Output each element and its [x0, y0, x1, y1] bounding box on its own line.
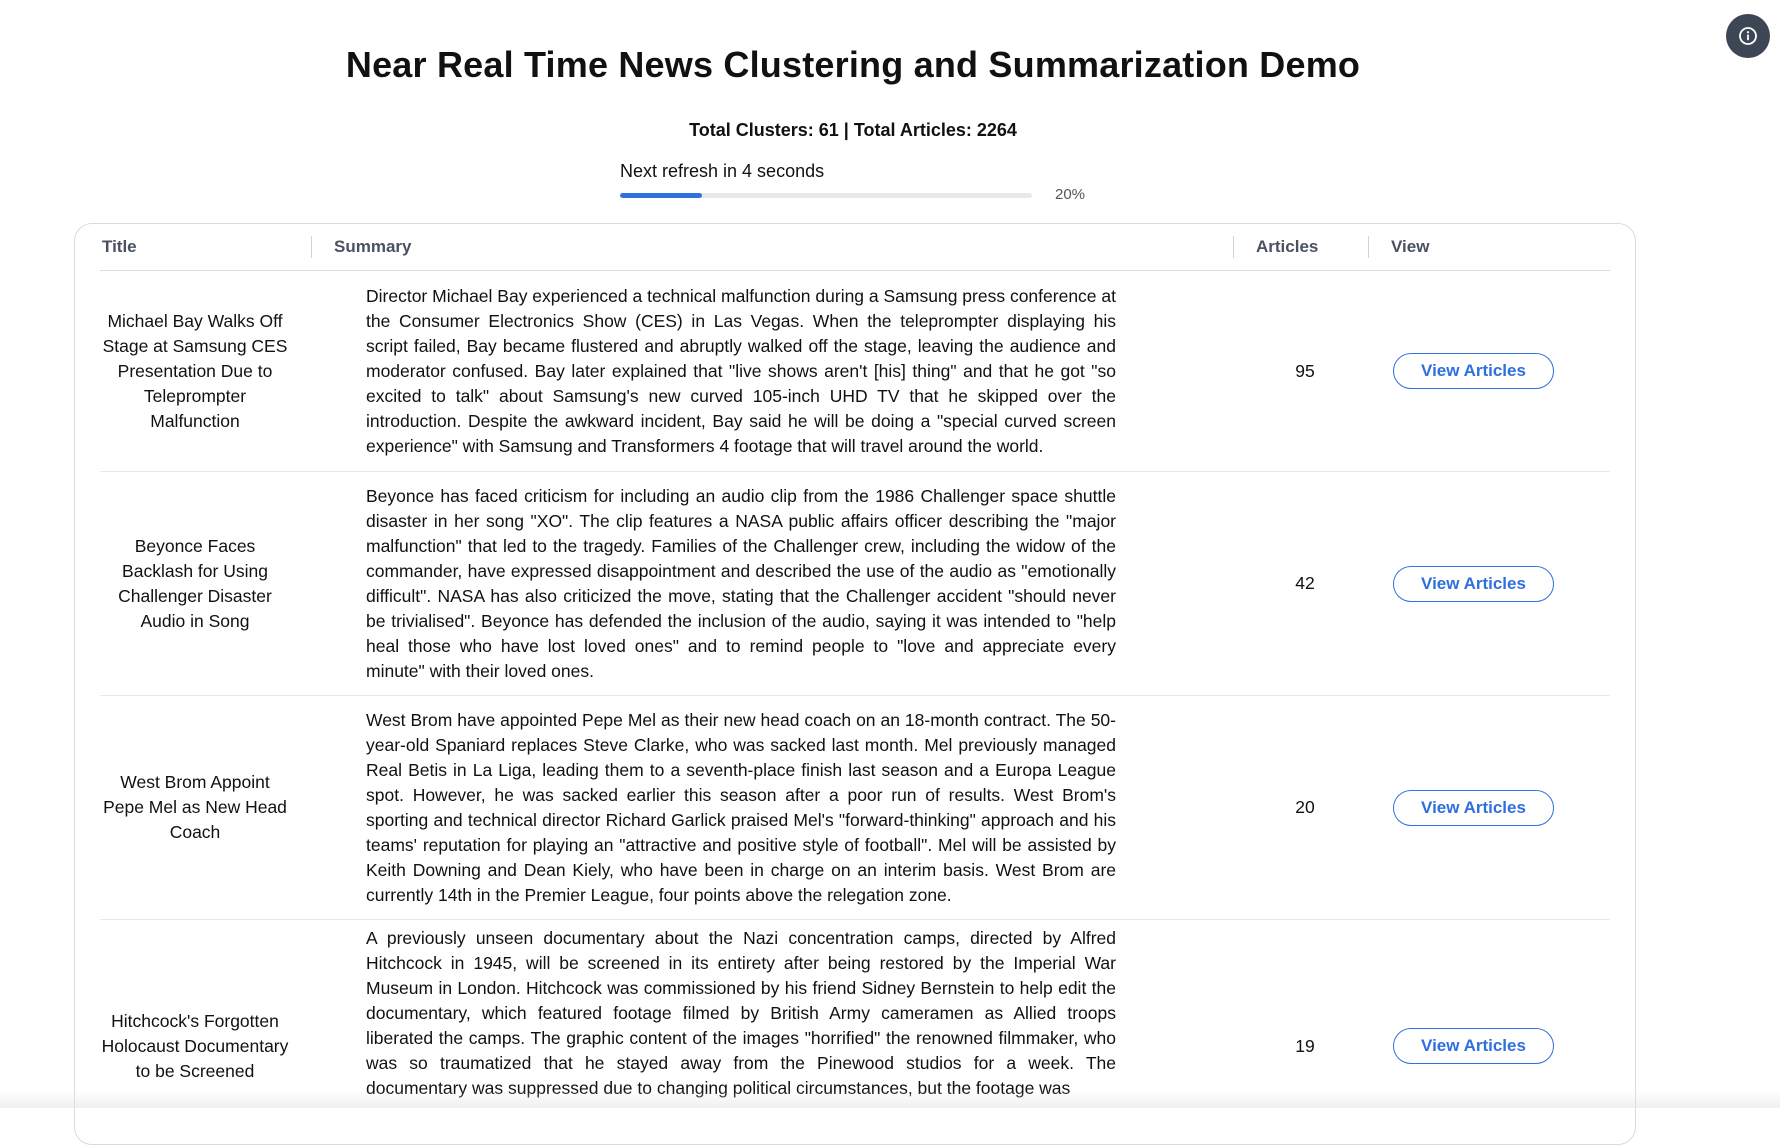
column-header-view: View [1391, 237, 1430, 256]
article-count: 19 [1295, 1035, 1315, 1056]
column-header-summary: Summary [334, 237, 412, 256]
info-icon [1739, 27, 1757, 45]
refresh-progress-bar [620, 193, 1032, 198]
cluster-title: Michael Bay Walks Off Stage at Samsung C… [102, 310, 288, 431]
table-row: Hitchcock's Forgotten Holocaust Document… [100, 921, 1610, 1144]
view-articles-button[interactable]: View Articles [1393, 565, 1554, 602]
article-count: 20 [1295, 797, 1315, 817]
info-button[interactable] [1726, 14, 1770, 58]
cluster-title: Beyonce Faces Backlash for Using Challen… [118, 535, 272, 631]
clusters-table: Title Summary Articles View Michael Bay … [74, 223, 1636, 1145]
cluster-summary: Beyonce has faced criticism for includin… [366, 485, 1116, 681]
column-separator [311, 236, 312, 258]
view-articles-button[interactable]: View Articles [1393, 789, 1554, 826]
refresh-progress-percent: 20% [1055, 186, 1086, 203]
cluster-title: West Brom Appoint Pepe Mel as New Head C… [103, 772, 287, 842]
stats-summary: Total Clusters: 61 | Total Articles: 226… [689, 120, 1017, 140]
cluster-summary: A previously unseen documentary about th… [366, 928, 1116, 1098]
table-row: Michael Bay Walks Off Stage at Samsung C… [100, 271, 1610, 472]
article-count: 95 [1295, 360, 1315, 381]
column-separator [1368, 236, 1369, 258]
table-row: West Brom Appoint Pepe Mel as New Head C… [100, 696, 1610, 920]
view-articles-button[interactable]: View Articles [1393, 1028, 1554, 1064]
cluster-summary: West Brom have appointed Pepe Mel as the… [366, 709, 1116, 905]
table-row: Beyonce Faces Backlash for Using Challen… [100, 472, 1610, 696]
refresh-progress-fill [620, 193, 703, 198]
column-separator [1233, 236, 1234, 258]
cluster-title: Hitchcock's Forgotten Holocaust Document… [101, 1010, 289, 1081]
column-header-articles: Articles [1256, 237, 1319, 256]
article-count: 42 [1295, 573, 1315, 593]
bottom-fade [0, 1090, 1780, 1108]
view-articles-button[interactable]: View Articles [1393, 353, 1554, 389]
cluster-summary: Director Michael Bay experienced a techn… [366, 285, 1116, 456]
table-header: Title Summary Articles View [100, 224, 1610, 271]
refresh-countdown: Next refresh in 4 seconds [620, 161, 825, 181]
column-header-title: Title [102, 237, 137, 256]
page-title: Near Real Time News Clustering and Summa… [345, 44, 1361, 85]
